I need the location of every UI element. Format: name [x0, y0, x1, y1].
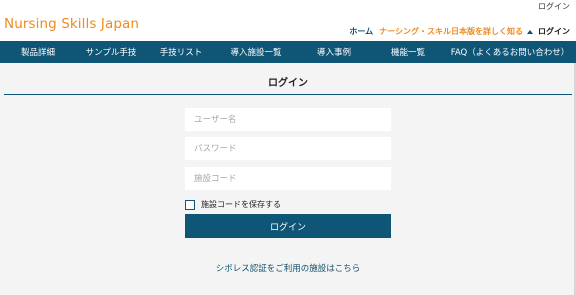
header-login-link[interactable]: ログイン — [538, 26, 570, 37]
main-nav: 製品詳細 サンプル手技 手技リスト 導入施設一覧 導入事例 機能一覧 FAQ（よ… — [0, 41, 576, 63]
remember-label: 施設コードを保存する — [201, 200, 281, 209]
nav-item-faq[interactable]: FAQ（よくあるお問い合わせ） — [444, 46, 576, 58]
nav-item-sample-procedures[interactable]: サンプル手技 — [76, 46, 146, 58]
login-main: ログイン 施設コードを保存する ログイン シボレス認証をご利用の施設はこちら — [0, 63, 576, 295]
password-field[interactable] — [185, 137, 391, 160]
nav-item-feature-list[interactable]: 機能一覧 — [372, 46, 444, 58]
login-button[interactable]: ログイン — [185, 214, 391, 238]
facility-code-field[interactable] — [185, 167, 391, 190]
title-divider — [4, 94, 572, 95]
utility-login-link[interactable]: ログイン — [538, 1, 570, 12]
learn-more-link[interactable]: ナーシング・スキル日本版を詳しく知る — [379, 26, 523, 37]
nav-item-case-studies[interactable]: 導入事例 — [296, 46, 372, 58]
shibboleth-login-link[interactable]: シボレス認証をご利用の施設はこちら — [0, 262, 576, 274]
home-link[interactable]: ホーム — [349, 26, 373, 37]
nav-item-product-details[interactable]: 製品詳細 — [0, 46, 76, 58]
site-header: Nursing Skills Japan ホーム ナーシング・スキル日本版を詳し… — [0, 13, 576, 41]
remember-facility-code[interactable]: 施設コードを保存する — [185, 199, 281, 210]
remember-checkbox[interactable] — [185, 199, 195, 210]
nav-item-procedure-list[interactable]: 手技リスト — [146, 46, 216, 58]
nav-item-facility-list[interactable]: 導入施設一覧 — [216, 46, 296, 58]
header-links: ホーム ナーシング・スキル日本版を詳しく知る ログイン — [349, 26, 570, 37]
brand-logo[interactable]: Nursing Skills Japan — [4, 16, 139, 32]
page-title: ログイン — [268, 78, 308, 89]
triangle-up-icon — [527, 29, 533, 34]
utility-bar: ログイン — [0, 0, 576, 13]
username-field[interactable] — [185, 108, 391, 131]
